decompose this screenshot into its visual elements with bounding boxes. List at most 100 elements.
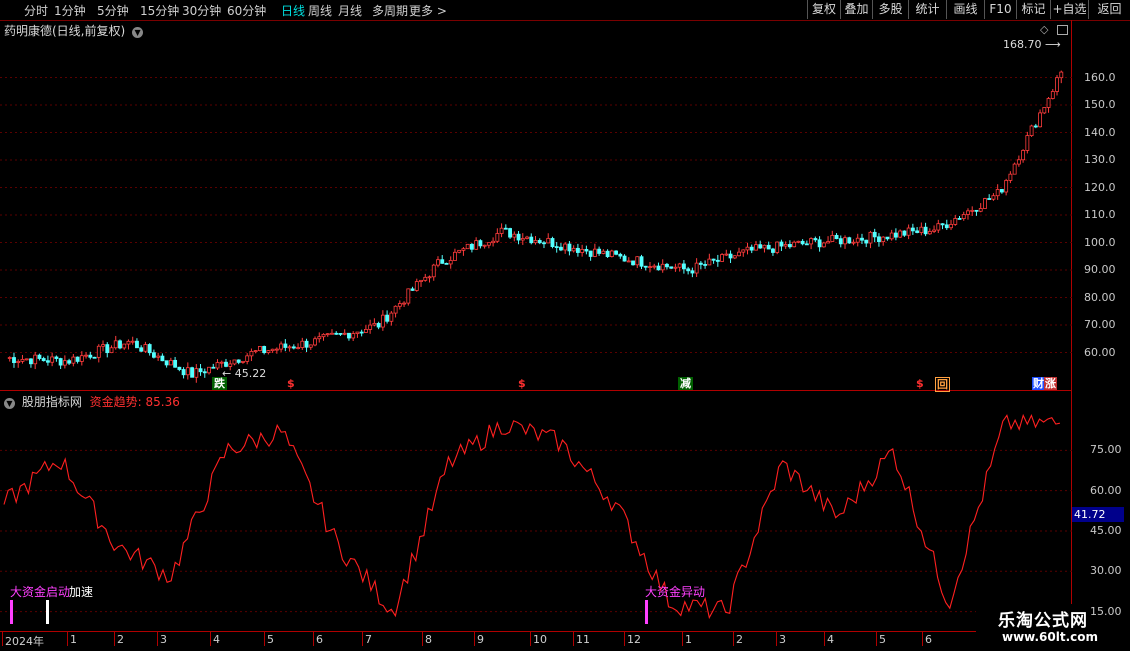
up-candle (491, 240, 496, 244)
up-candle (978, 208, 983, 212)
price-tick-label: 150.0 (1084, 98, 1116, 111)
up-candle (826, 241, 830, 244)
down-candle (669, 266, 674, 269)
tab-8[interactable]: 月线 (338, 2, 362, 19)
tab-9[interactable]: 多周期 (372, 2, 408, 19)
down-candle (58, 358, 63, 366)
toolbar-button-4[interactable]: 画线 (946, 0, 984, 19)
tab-5[interactable]: 60分钟 (227, 2, 266, 19)
toolbar-button-6[interactable]: 标记 (1016, 0, 1050, 19)
up-candle (830, 234, 835, 242)
time-axis-label: 2 (736, 633, 743, 646)
up-candle (1004, 180, 1009, 193)
time-axis-label: 2024年 (5, 635, 44, 648)
down-candle (550, 238, 555, 247)
tab-4[interactable]: 30分钟 (182, 2, 221, 19)
down-candle (584, 249, 589, 252)
signal-label: 加速 (69, 585, 94, 599)
up-candle (50, 356, 55, 363)
time-axis-label: 9 (477, 633, 484, 646)
down-candle (567, 243, 572, 252)
time-axis-label: 8 (425, 633, 432, 646)
tab-1[interactable]: 1分钟 (54, 2, 86, 19)
down-candle (847, 237, 852, 244)
up-candle (194, 368, 199, 378)
up-candle (648, 266, 652, 269)
down-candle (469, 243, 474, 250)
toolbar-button-5[interactable]: F10 (984, 0, 1016, 19)
indicator-chart (0, 413, 1072, 620)
down-candle (656, 265, 661, 271)
tab-7[interactable]: 周线 (308, 2, 332, 19)
event-marker: 涨 (1044, 377, 1057, 390)
up-candle (796, 240, 801, 243)
axis-tick (530, 632, 531, 646)
down-candle (224, 361, 228, 367)
down-candle (190, 367, 194, 378)
up-candle (313, 338, 317, 346)
axis-tick (824, 632, 825, 646)
down-candle (605, 250, 610, 257)
up-candle (389, 312, 394, 322)
up-candle (991, 195, 996, 200)
axis-tick (210, 632, 211, 646)
down-candle (1000, 189, 1004, 193)
toolbar-button-8[interactable]: 返回 (1088, 0, 1130, 19)
up-candle (402, 302, 406, 305)
down-candle (987, 198, 992, 200)
up-candle (351, 333, 356, 339)
down-candle (559, 246, 563, 251)
low-price-label: ← 45.22 (222, 367, 267, 380)
up-candle (130, 340, 135, 343)
up-candle (707, 258, 712, 266)
toolbar-button-0[interactable]: 复权 (807, 0, 840, 19)
up-candle (732, 255, 737, 259)
tab-10[interactable]: 更多 > (409, 2, 447, 19)
up-candle (143, 344, 148, 352)
up-candle (961, 214, 966, 219)
up-candle (266, 350, 271, 354)
up-candle (215, 362, 220, 369)
up-candle (84, 354, 88, 357)
up-candle (232, 359, 237, 365)
down-candle (885, 236, 890, 240)
down-candle (974, 209, 979, 212)
time-axis-label: 2 (117, 633, 124, 646)
tab-2[interactable]: 5分钟 (97, 2, 129, 19)
toolbar-button-2[interactable]: 多股 (872, 0, 908, 19)
tab-6[interactable]: 日线 (281, 2, 305, 19)
up-candle (652, 265, 657, 268)
up-candle (71, 356, 76, 364)
up-candle (868, 231, 873, 244)
up-candle (126, 340, 131, 345)
tab-3[interactable]: 15分钟 (140, 2, 179, 19)
down-candle (576, 247, 580, 253)
down-candle (860, 237, 864, 241)
down-candle (236, 359, 241, 363)
down-candle (894, 232, 898, 238)
down-candle (698, 262, 703, 265)
axis-tick (422, 632, 423, 646)
up-candle (287, 346, 292, 349)
down-candle (198, 368, 203, 373)
down-candle (940, 223, 945, 226)
up-candle (843, 237, 847, 245)
up-candle (855, 237, 860, 243)
down-candle (915, 230, 920, 233)
down-candle (135, 340, 139, 349)
toolbar-button-3[interactable]: 统计 (908, 0, 946, 19)
down-candle (631, 260, 635, 266)
up-candle (694, 262, 699, 274)
down-candle (151, 352, 156, 358)
up-candle (792, 241, 797, 248)
price-tick-label: 60.00 (1084, 345, 1116, 359)
up-candle (881, 236, 886, 242)
toolbar-button-7[interactable]: +自选 (1050, 0, 1088, 19)
tab-0[interactable]: 分时 (24, 2, 48, 19)
down-candle (665, 263, 669, 268)
up-candle (7, 357, 12, 359)
toolbar-button-1[interactable]: 叠加 (840, 0, 872, 19)
time-axis-label: 5 (879, 633, 886, 646)
up-candle (932, 229, 936, 232)
up-candle (342, 332, 347, 335)
